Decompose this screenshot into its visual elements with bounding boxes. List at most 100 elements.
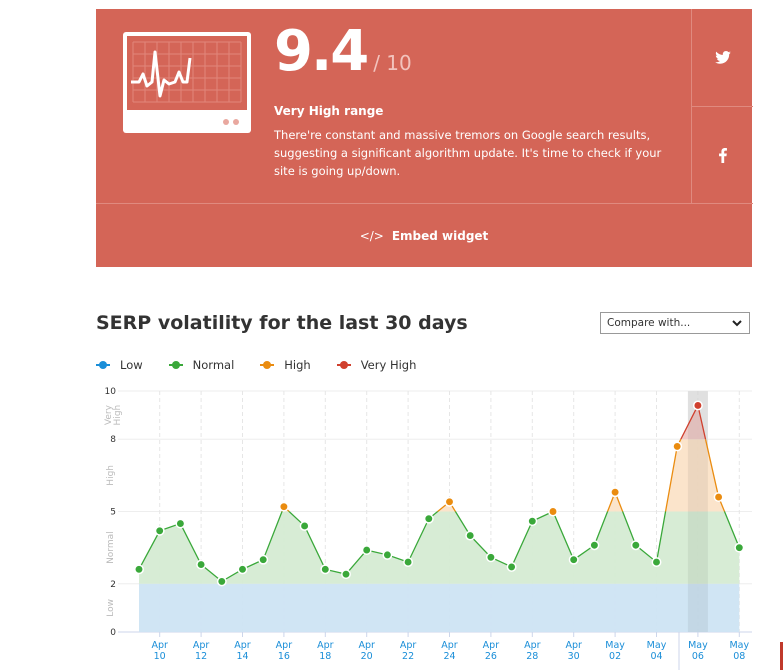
x-tick-label-day: 16	[278, 651, 290, 662]
twitter-icon	[714, 51, 731, 64]
data-point	[361, 545, 372, 556]
x-tick-label-month: Apr	[483, 640, 500, 651]
y-tick-label: 8	[110, 435, 116, 445]
data-point	[154, 525, 165, 536]
data-point	[672, 441, 683, 452]
data-point	[175, 518, 186, 529]
x-tick-label-month: Apr	[234, 640, 251, 651]
x-tick-label-day: 18	[319, 651, 331, 662]
x-tick-label-month: Apr	[193, 640, 210, 651]
data-point	[548, 506, 558, 517]
data-point	[423, 513, 434, 524]
data-point	[341, 569, 351, 580]
data-point	[278, 501, 289, 512]
score-max: / 10	[373, 51, 412, 75]
data-point	[403, 557, 414, 568]
legend-item-normal[interactable]: Normal	[168, 358, 235, 372]
band-label: High	[113, 405, 123, 426]
x-tick-label-month: May	[729, 640, 749, 651]
data-point	[299, 521, 310, 531]
data-point	[196, 559, 207, 570]
heart-monitor-icon	[123, 32, 251, 133]
x-tick-label-day: 12	[195, 651, 207, 662]
data-point	[527, 516, 538, 527]
data-point	[734, 542, 745, 553]
data-point	[382, 549, 393, 560]
data-point	[444, 496, 455, 507]
band-label: Low	[106, 599, 116, 617]
chart-legend: Low Normal High Very High	[96, 358, 442, 372]
data-point	[216, 576, 227, 587]
band-label: Normal	[106, 531, 116, 564]
facebook-share-button[interactable]	[692, 107, 753, 203]
data-point	[237, 564, 248, 575]
data-point	[465, 530, 476, 541]
embed-widget-label: Embed widget	[391, 228, 489, 243]
x-tick-label-day: 26	[485, 651, 497, 662]
y-tick-label: 2	[110, 580, 116, 590]
x-tick-label-month: Apr	[358, 640, 375, 651]
data-point	[692, 400, 703, 411]
section-title: SERP volatility for the last 30 days	[96, 312, 468, 334]
y-tick-label: 0	[110, 628, 116, 638]
data-point	[610, 487, 621, 498]
x-tick-label-month: Apr	[524, 640, 541, 651]
x-tick-label-day: 28	[526, 651, 538, 662]
legend-item-low[interactable]: Low	[96, 358, 143, 372]
x-tick-label-day: 14	[236, 651, 248, 662]
x-tick-label-month: Apr	[151, 640, 168, 651]
x-tick-label-month: Apr	[317, 640, 334, 651]
data-point	[258, 554, 269, 565]
facebook-icon	[718, 147, 727, 163]
x-tick-label-month: Apr	[565, 640, 582, 651]
x-tick-label-day: 30	[568, 651, 580, 662]
x-tick-label-day: 20	[361, 651, 373, 662]
social-share	[691, 9, 753, 204]
compare-with-select[interactable]: Compare with...	[600, 312, 750, 334]
low-band-area	[139, 583, 740, 632]
data-point	[589, 540, 600, 551]
data-point	[630, 540, 641, 551]
embed-widget-button[interactable]: </> Embed widget	[96, 204, 752, 267]
x-tick-label-day: 24	[443, 651, 455, 662]
x-tick-label-day: 06	[692, 651, 704, 662]
x-tick-label-month: May	[647, 640, 667, 651]
legend-label: Very High	[360, 358, 417, 372]
range-description: There're constant and massive tremors on…	[274, 128, 662, 178]
x-tick-label-month: May	[688, 640, 708, 651]
x-tick-label-month: May	[605, 640, 625, 651]
code-icon: </>	[359, 228, 384, 243]
score-value: 9.4	[274, 19, 369, 84]
band-label: High	[106, 465, 116, 486]
data-point	[506, 561, 517, 572]
compare-with-value: Compare with...	[607, 317, 691, 329]
chevron-down-icon	[732, 320, 742, 327]
x-tick-label-day: 08	[733, 651, 745, 662]
highlight-overlay	[687, 391, 708, 632]
x-tick-label-day: 04	[650, 651, 662, 662]
x-tick-label-month: Apr	[400, 640, 417, 651]
volatility-score-card: 9.4 / 10 Very High range There're consta…	[96, 9, 753, 267]
x-tick-label-day: 10	[154, 651, 166, 662]
y-tick-label: 5	[110, 508, 116, 518]
volatility-chart: 025810LowNormalHighVery HighApr10Apr12Apr…	[104, 387, 752, 670]
x-tick-label-month: Apr	[276, 640, 293, 651]
x-tick-label-month: Apr	[441, 640, 458, 651]
data-point	[320, 564, 331, 575]
data-point	[713, 492, 724, 502]
data-point	[568, 554, 579, 565]
data-point	[485, 552, 496, 563]
legend-label: High	[284, 358, 311, 372]
score-panel: 9.4 / 10 Very High range There're consta…	[96, 9, 691, 204]
x-tick-label-day: 02	[609, 651, 621, 662]
data-point	[651, 557, 662, 568]
legend-item-very-high[interactable]: Very High	[336, 358, 417, 372]
twitter-share-button[interactable]	[692, 9, 753, 107]
legend-item-high[interactable]: High	[260, 358, 311, 372]
volatility-score: 9.4 / 10	[274, 24, 412, 80]
data-point	[134, 564, 144, 575]
legend-label: Normal	[192, 358, 235, 372]
range-label: Very High range	[274, 104, 384, 118]
legend-label: Low	[120, 358, 143, 372]
x-tick-label-day: 22	[402, 651, 414, 662]
